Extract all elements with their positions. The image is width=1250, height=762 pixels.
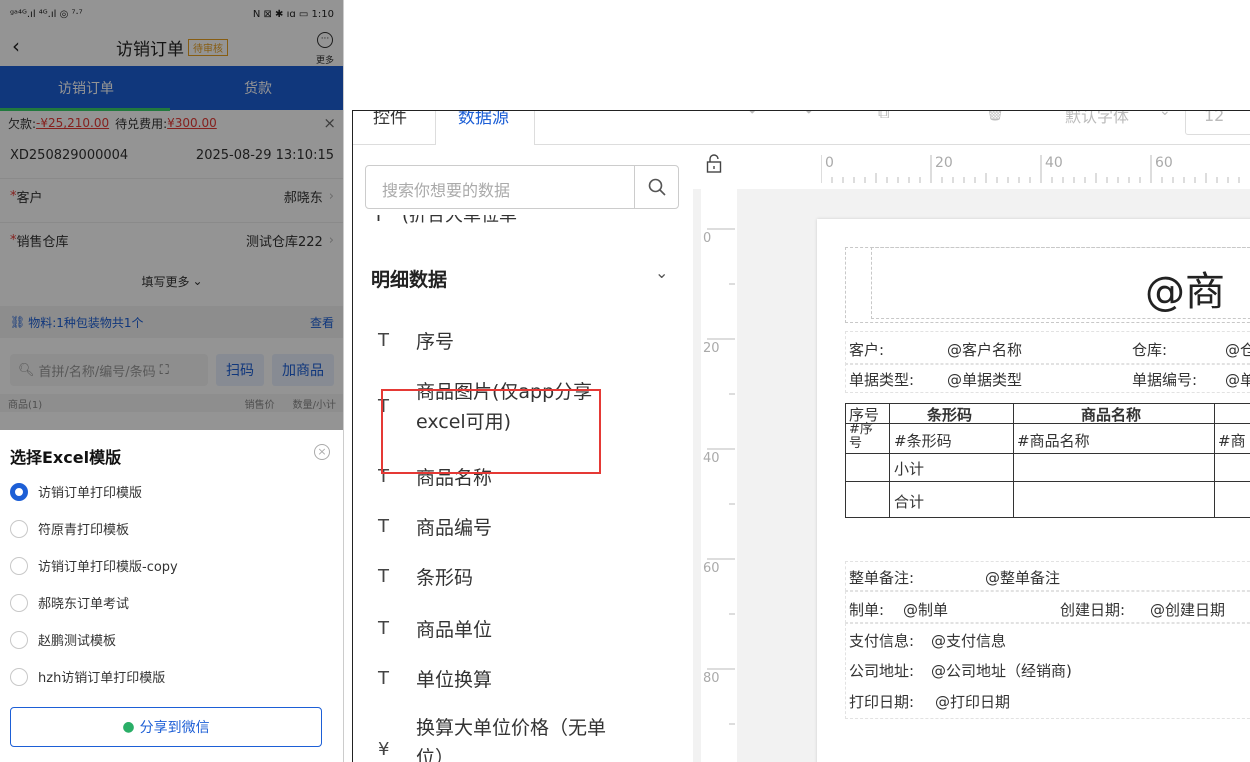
text-type-icon: T (378, 618, 389, 639)
data-search-input[interactable]: 搜索你想要的数据 (365, 165, 679, 209)
share-wechat-label: 分享到微信 (139, 720, 210, 736)
column-header: 条形码 (927, 406, 973, 424)
template-option-label: 赵鹏测试模板 (38, 634, 117, 649)
currency-type-icon: ¥ (378, 739, 390, 760)
search-icon (648, 178, 666, 196)
text-type-icon: T (378, 566, 389, 587)
template-option-label: 郝晓东订单考试 (38, 597, 130, 612)
delete-icon[interactable]: 🗑︎ (985, 111, 1005, 122)
template-option-label: hzh访销订单打印模版 (38, 671, 166, 686)
footer-row-2 (845, 591, 1250, 623)
template-option[interactable]: hzh访销订单打印模版 (10, 667, 165, 686)
footer-rows (845, 623, 1250, 719)
clipped-previous-item: T (折合大单位单价) (373, 215, 533, 225)
redo-icon[interactable]: ↷ (798, 111, 813, 122)
ruler-v-label: 0 (703, 231, 712, 246)
field-item[interactable]: T 单位换算 (378, 665, 492, 692)
unlock-icon[interactable] (706, 154, 722, 174)
template-option-label: 访销订单打印模版-copy (38, 560, 178, 575)
text-type-icon: T (378, 668, 389, 689)
phone-screen: ᵍᵃ⁴ᴳ.ıl ⁴ᴳ.ıl ◎ ⁷·⁷ N ⊠ ✱ ıɑ ▭ 1:10 ‹ 访销… (0, 0, 344, 762)
data-search-placeholder: 搜索你想要的数据 (382, 181, 511, 200)
template-option[interactable]: 赵鹏测试模板 (10, 630, 116, 649)
search-button[interactable] (634, 166, 678, 208)
ruler-h-label: 0 (825, 155, 834, 171)
template-option[interactable]: 访销订单打印模版 (10, 482, 142, 501)
design-canvas: 0 20 40 60 0 20 40 60 80 @商 客户: @客户名称 仓库… (693, 145, 1250, 762)
field-item[interactable]: T 条形码 (378, 563, 473, 590)
field-label: 序号 (416, 331, 455, 353)
total-label: 合计 (894, 493, 925, 511)
table-cell: #商品名称 (1017, 432, 1090, 450)
detail-table[interactable]: 序号 条形码 商品名称 #序 号 #条形码 #商品名称 #商 小计 合计 (845, 403, 1250, 545)
subtotal-label: 小计 (894, 460, 925, 478)
text-type-icon: T (378, 516, 389, 537)
field-item[interactable]: T 序号 (378, 327, 454, 354)
template-option-label: 访销订单打印模版 (38, 486, 143, 501)
share-wechat-button[interactable]: ● 分享到微信 (10, 707, 322, 747)
vertical-ruler: 0 20 40 60 80 (701, 189, 737, 762)
field-label: 商品编号 (416, 517, 493, 539)
table-cell: #条形码 (894, 432, 952, 450)
ruler-v-label: 40 (703, 451, 720, 466)
section-title[interactable]: 明细数据 (371, 265, 447, 292)
modal-overlay[interactable] (0, 0, 343, 430)
excel-template-sheet: 选择Excel模版 × 访销订单打印模版 符原青打印模板 访销订单打印模版-co… (0, 430, 343, 762)
radio-icon (10, 556, 28, 575)
header-row-2 (845, 363, 1250, 393)
field-item[interactable]: ¥ 换算大单位价格（无单 位） (378, 713, 606, 762)
ruler-v-label: 60 (703, 561, 720, 576)
chevron-down-icon: ⌄ (1159, 110, 1171, 119)
wechat-icon: ● (122, 719, 135, 735)
highlight-box (381, 389, 601, 474)
template-option[interactable]: 访销订单打印模版-copy (10, 556, 178, 575)
field-label: 单位换算 (416, 669, 493, 691)
field-label: 商品单位 (416, 619, 493, 641)
tab-controls[interactable]: 控件 (373, 111, 407, 128)
ruler-ticks (821, 155, 1240, 183)
ruler-v-label: 20 (703, 341, 720, 356)
ruler-v-label: 80 (703, 671, 720, 686)
field-label: 条形码 (416, 567, 474, 589)
ruler-h-label: 60 (1155, 155, 1173, 171)
column-header: 商品名称 (1081, 406, 1142, 424)
template-option[interactable]: 符原青打印模板 (10, 519, 129, 538)
radio-checked-icon (10, 482, 28, 501)
tab-datasource[interactable]: 数据源 (458, 111, 509, 128)
footer-row-1 (845, 561, 1250, 591)
ruler-h-label: 40 (1045, 155, 1063, 171)
radio-icon (10, 630, 28, 649)
header-row-1 (845, 331, 1250, 365)
field-label: 换算大单位价格（无单 位） (416, 717, 607, 762)
template-option-label: 符原青打印模板 (38, 523, 130, 538)
font-size-select[interactable]: 12 (1185, 111, 1250, 135)
datasource-panel: 搜索你想要的数据 T (折合大单位单价) 明细数据 ⌄ T序号 T商品图片(仅a… (353, 145, 693, 762)
radio-icon (10, 519, 28, 538)
table-cell: #序 号 (849, 422, 873, 451)
font-select[interactable]: 默认字体 (1065, 111, 1129, 127)
report-title[interactable]: @商 (1145, 259, 1225, 317)
radio-icon (10, 593, 28, 612)
template-option[interactable]: 郝晓东订单考试 (10, 593, 129, 612)
undo-icon[interactable]: ↶ (748, 111, 763, 122)
designer-toolbar: 控件 数据源 ↶ ↷ ⧉ 🗑︎ 默认字体 ⌄ 12 (353, 110, 1250, 146)
text-type-icon: T (378, 330, 389, 351)
copy-icon[interactable]: ⧉ (878, 111, 889, 123)
close-circle-icon[interactable]: × (314, 444, 330, 460)
radio-icon (10, 667, 28, 686)
sheet-title: 选择Excel模版 (10, 448, 122, 467)
ruler-h-label: 20 (935, 155, 953, 171)
table-cell: #商 (1218, 432, 1246, 450)
report-designer: 控件 数据源 ↶ ↷ ⧉ 🗑︎ 默认字体 ⌄ 12 搜索你想要的数据 T (折合… (352, 110, 1250, 762)
field-item[interactable]: T 商品单位 (378, 615, 492, 642)
chevron-down-icon[interactable]: ⌄ (655, 263, 668, 282)
report-page: @商 客户: @客户名称 仓库: @仓 单据类型: @单据类型 单据编号: @单 (817, 219, 1250, 762)
field-item[interactable]: T 商品编号 (378, 513, 492, 540)
horizontal-ruler: 0 20 40 60 (821, 153, 1250, 185)
